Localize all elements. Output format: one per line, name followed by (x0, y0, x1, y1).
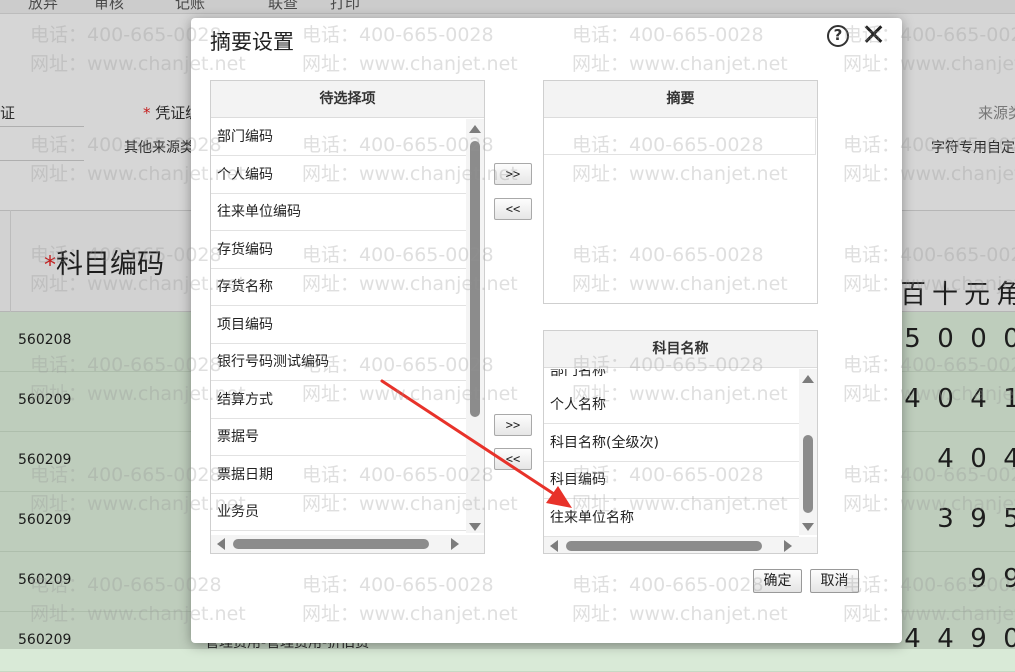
subject-name-item[interactable]: 科目编码 (544, 462, 799, 499)
scroll-right-icon[interactable] (451, 538, 459, 550)
subject-name-item[interactable]: 科目名称(全级次) (544, 425, 799, 462)
ok-button[interactable]: 确定 (753, 569, 802, 593)
summary-settings-dialog: 摘要设置 ? ✕ 待选择项 部门编码 个人编码 往来单位编码 存货编码 存货名称 项目编码… (191, 18, 902, 643)
candidates-vscroll-thumb[interactable] (470, 141, 480, 417)
subject-name-panel: 科目名称 部门名称 个人名称 科目名称(全级次) 科目编码 往来单位名称 (543, 330, 818, 554)
subject-hscrollbar[interactable] (544, 537, 817, 553)
list-item-partial[interactable]: 部门名称 (544, 369, 799, 379)
subject-name-item[interactable]: 个人名称 (544, 387, 799, 424)
candidates-hscroll-thumb[interactable] (233, 539, 429, 549)
candidate-item[interactable]: 存货编码 (211, 232, 466, 269)
scroll-right-icon[interactable] (784, 540, 792, 552)
cancel-button[interactable]: 取消 (810, 569, 859, 593)
subject-name-item[interactable]: 往来单位名称 (544, 500, 799, 537)
candidates-vscrollbar[interactable] (466, 119, 484, 533)
candidate-item[interactable]: 存货名称 (211, 269, 466, 306)
candidates-header: 待选择项 (211, 81, 484, 118)
scroll-left-icon[interactable] (217, 538, 225, 550)
candidate-item[interactable]: 银行号码测试编码 (211, 344, 466, 381)
scroll-up-icon[interactable] (469, 125, 481, 133)
subject-vscroll-thumb[interactable] (803, 435, 813, 513)
move-to-summary-button[interactable]: >> (494, 163, 532, 185)
subject-name-header: 科目名称 (544, 331, 817, 368)
candidate-item[interactable]: 项目编码 (211, 307, 466, 344)
candidate-item[interactable]: 部门编码 (211, 119, 466, 156)
candidates-hscrollbar[interactable] (211, 535, 484, 553)
subject-hscroll-thumb[interactable] (566, 541, 762, 551)
candidates-panel: 待选择项 部门编码 个人编码 往来单位编码 存货编码 存货名称 项目编码 银行号码测试编码结… (210, 80, 485, 554)
help-icon[interactable]: ? (827, 25, 849, 47)
scroll-down-icon[interactable] (802, 523, 814, 531)
candidate-item[interactable]: 票据号 (211, 419, 466, 456)
dialog-title: 摘要设置 (210, 30, 294, 54)
move-from-subject-name-button[interactable]: << (494, 448, 532, 470)
candidate-item[interactable]: 往来单位编码 (211, 194, 466, 231)
move-from-summary-button[interactable]: << (494, 198, 532, 220)
candidate-item[interactable]: 个人编码 (211, 157, 466, 194)
candidate-item[interactable]: 业务员 (211, 494, 466, 531)
scroll-up-icon[interactable] (802, 375, 814, 383)
candidate-item[interactable]: 票据日期 (211, 457, 466, 494)
close-icon[interactable]: ✕ (861, 21, 886, 51)
scroll-left-icon[interactable] (550, 540, 558, 552)
summary-header: 摘要 (544, 81, 817, 118)
candidate-item[interactable]: 结算方式 (211, 382, 466, 419)
scroll-down-icon[interactable] (469, 523, 481, 531)
summary-empty-row[interactable] (544, 119, 816, 155)
move-to-subject-name-button[interactable]: >> (494, 414, 532, 436)
summary-panel: 摘要 (543, 80, 818, 304)
subject-vscrollbar[interactable] (799, 369, 817, 535)
